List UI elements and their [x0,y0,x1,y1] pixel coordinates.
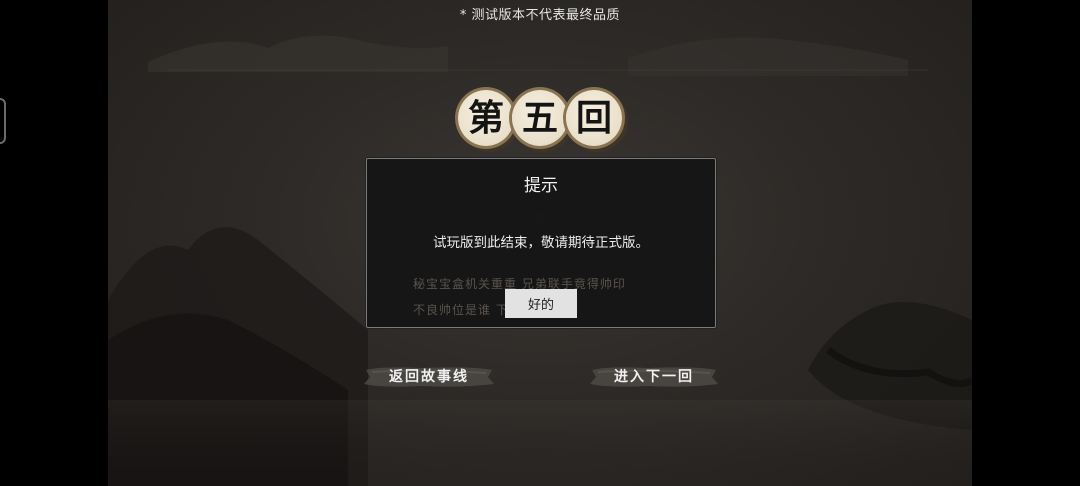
chapter-char-2: 五 [521,97,558,139]
chapter-seal-2: 五 [512,90,568,146]
chapter-char-3: 回 [575,97,612,139]
next-chapter-button[interactable]: 进入下一回 [588,364,720,390]
ok-button[interactable]: 好的 [505,289,577,318]
chapter-char-1: 第 [467,97,504,139]
dialog-title: 提示 [524,176,558,196]
dialog-message: 试玩版到此结束，敬请期待正式版。 [433,235,649,251]
chapter-title-seals: 第 五 回 [454,88,622,152]
back-to-storyline-button[interactable]: 返回故事线 [362,364,496,390]
game-viewport: * 测试版本不代表最终品质 第 五 回 提示 试玩版到此结束，敬请期待正式版。 … [108,0,972,486]
chapter-seal-1: 第 [458,90,514,146]
back-to-storyline-label: 返回故事线 [389,369,469,385]
next-chapter-label: 进入下一回 [614,369,694,385]
screen: * 测试版本不代表最终品质 第 五 回 提示 试玩版到此结束，敬请期待正式版。 … [0,0,1080,486]
prompt-dialog: 提示 试玩版到此结束，敬请期待正式版。 秘宝宝盒机关重重 兄弟联手竟得帅印 不良… [366,158,716,328]
chapter-seal-3: 回 [566,90,622,146]
side-gesture-handle[interactable] [0,98,6,144]
test-version-notice: * 测试版本不代表最终品质 [459,8,621,23]
